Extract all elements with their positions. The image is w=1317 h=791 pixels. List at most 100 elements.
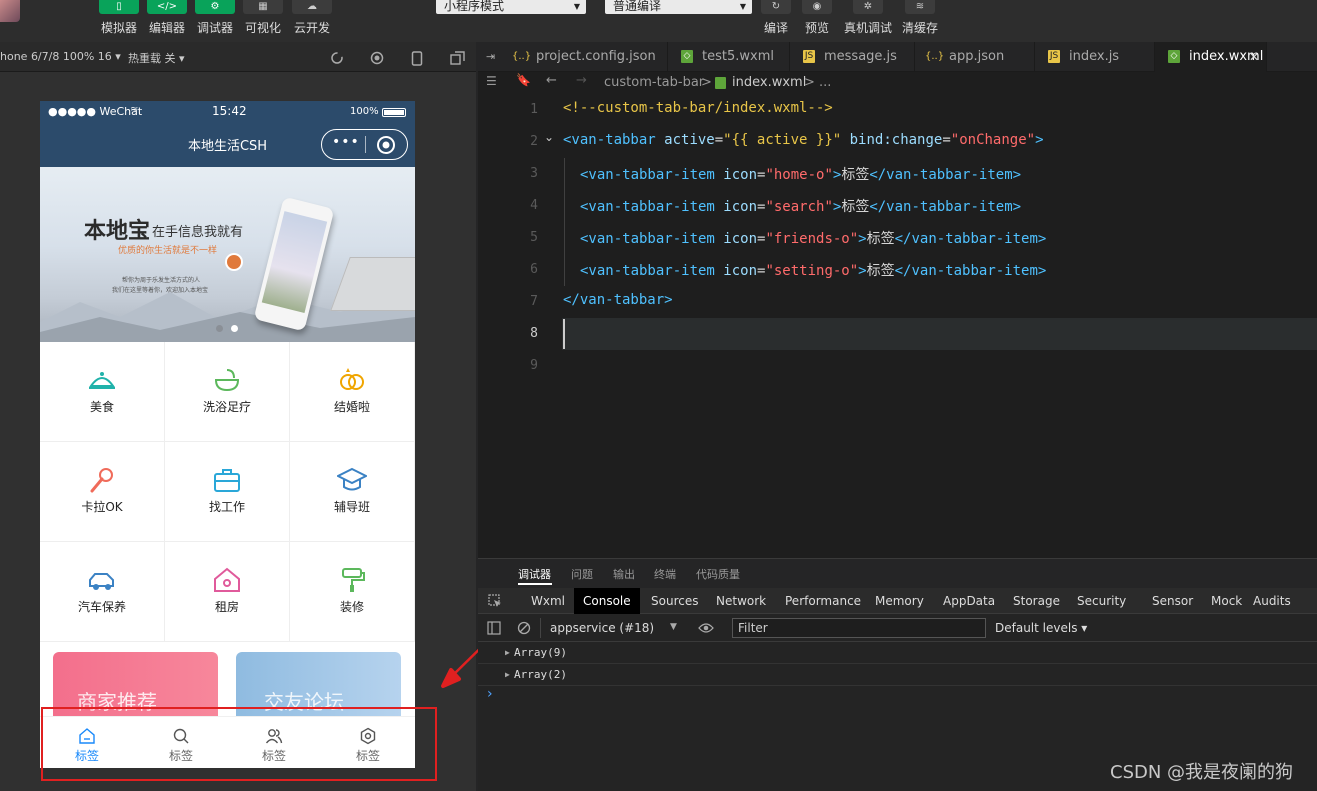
orange-dot [225,253,243,271]
rotate-icon[interactable] [330,51,344,65]
code-line-7: </van-tabbar> [563,292,673,308]
clear-cache-button[interactable]: ≋ 清缓存 [900,0,940,42]
panel-tab-sources[interactable]: Sources [642,588,707,614]
context-select[interactable]: appservice (#18) [550,621,654,635]
js-file-icon: JS [1048,50,1060,63]
inspect-icon[interactable] [488,594,502,608]
breadcrumb: ☰ 🔖 ← → custom-tab-bar > index.wxml > ..… [478,72,1317,94]
graduation-icon [337,467,367,491]
debugger-toggle-button[interactable]: ⚙ 调试器 [195,0,235,42]
banner-title: 本地宝 [84,218,151,244]
layers-icon: ≋ [905,0,935,14]
paint-roller-icon [342,568,365,592]
collapse-sidebar-icon[interactable]: ⇥ [486,50,495,63]
chevron-down-icon[interactable]: ▼ [670,622,677,632]
grid-item-wedding[interactable]: 结婚啦 [290,342,415,442]
window-icon[interactable] [450,51,465,65]
annotation-box-tabbar [41,707,437,781]
car-icon [89,573,114,590]
back-arrow-icon[interactable]: ← [546,73,557,88]
tab-code-quality[interactable]: 代码质量 [696,559,740,589]
console-row[interactable]: ▶ Array(9) [478,642,1317,664]
chevron-down-icon: ▼ [739,2,746,11]
panel-tab-sensor[interactable]: Sensor [1143,588,1202,614]
close-miniprogram-icon[interactable] [376,135,396,155]
breadcrumb-tail: > ... [804,75,832,90]
close-icon[interactable]: ✕ [1249,42,1259,72]
device-icon[interactable] [411,51,423,66]
sidebar-toggle-icon[interactable] [487,621,501,635]
debug-icon: ⚙ [195,0,235,14]
wxml-file-icon: ◇ [1168,50,1180,63]
grid-item-tutoring[interactable]: 辅导班 [290,442,415,542]
levels-select[interactable]: Default levels ▾ [995,621,1087,635]
clear-console-icon[interactable] [517,621,531,635]
grid-item-rental[interactable]: 租房 [165,542,290,642]
panel-tab-network[interactable]: Network [707,588,775,614]
grid-item-car-care[interactable]: 汽车保养 [40,542,165,642]
list-icon[interactable]: ☰ [486,74,497,88]
panel-tab-wxml[interactable]: Wxml [522,588,574,614]
active-tab-indicator [518,583,552,585]
visual-toggle-button[interactable]: ▦ 可视化 [243,0,283,42]
tab-project-config-json[interactable]: {..} project.config.json [502,42,668,72]
tab-index-js[interactable]: JS index.js [1035,42,1155,72]
panel-tab-memory[interactable]: Memory [866,588,933,614]
bookmark-icon[interactable]: 🔖 [516,73,531,87]
grid-item-food[interactable]: 美食 [40,342,165,442]
layout-icon: ▦ [243,0,283,14]
house-icon [214,567,240,592]
grid-item-jobs[interactable]: 找工作 [165,442,290,542]
hot-reload-select[interactable]: 热重载 关 ▾ [128,50,185,66]
divider [540,618,541,638]
panel-tab-audits[interactable]: Audits [1244,588,1300,614]
device-select[interactable]: hone 6/7/8 100% 16 ▾ [0,50,121,63]
tab-app-json[interactable]: {..} app.json [915,42,1035,72]
console-row[interactable]: ▶ Array(2) [478,664,1317,686]
compile-button[interactable]: ↻ 编译 [758,0,794,42]
tab-index-wxml[interactable]: ◇ index.wxml ✕ [1155,42,1267,72]
panel-tab-appdata[interactable]: AppData [934,588,1004,614]
panel-tab-storage[interactable]: Storage [1004,588,1069,614]
breadcrumb-folder[interactable]: custom-tab-bar [604,75,704,90]
forward-arrow-icon[interactable]: → [576,73,587,88]
swiper-dot-1[interactable] [216,325,223,332]
console-prompt[interactable]: › [487,686,493,702]
tab-output[interactable]: 输出 [613,559,635,589]
tab-problems[interactable]: 问题 [571,559,593,589]
preview-button[interactable]: ◉ 预览 [799,0,835,42]
line-number: 3 [530,166,538,181]
panel-tab-console[interactable]: Console [574,588,640,614]
mode-select[interactable]: 小程序模式 ▼ [436,0,586,14]
tab-message-js[interactable]: JS message.js [790,42,915,72]
breadcrumb-file[interactable]: index.wxml [732,75,806,90]
capsule-divider [365,136,366,153]
filter-input[interactable]: Filter [732,618,986,638]
fold-chevron-icon[interactable]: ⌄ [544,130,554,144]
grid-item-renovation[interactable]: 装修 [290,542,415,642]
banner-swiper[interactable]: 本地宝 在手信息我就有 优质的你生活就是不一样 帮你为周于乐发生活方式的人 我们… [40,167,415,342]
food-icon [89,372,115,389]
grid-item-karaoke[interactable]: 卡拉OK [40,442,165,542]
simulator-toggle-button[interactable]: ▯ 模拟器 [99,0,139,42]
eye-icon[interactable] [698,622,714,634]
more-icon[interactable]: ••• [332,134,360,150]
panel-tab-performance[interactable]: Performance [776,588,870,614]
panel-tab-security[interactable]: Security [1068,588,1135,614]
eye-icon: ◉ [802,0,832,14]
banner-desc-1: 帮你为周于乐发生活方式的人 [122,277,201,284]
expand-triangle-icon[interactable]: ▶ [505,642,510,664]
tab-test5-wxml[interactable]: ◇ test5.wxml [668,42,790,72]
editor-toggle-button[interactable]: </> 编辑器 [147,0,187,42]
expand-triangle-icon[interactable]: ▶ [505,664,510,686]
remote-debug-button[interactable]: ✲ 真机调试 [842,0,894,42]
compile-select[interactable]: 普通编译 ▼ [605,0,752,14]
user-avatar[interactable] [0,0,20,22]
carrier-label: ●●●●● WeChat [48,105,143,118]
cloud-dev-button[interactable]: ☁ 云开发 [292,0,332,42]
swiper-dot-2[interactable] [231,325,238,332]
stop-icon[interactable] [370,51,384,65]
code-editor[interactable]: 1 2 ⌄ 3 4 5 6 7 8 9 <!--custom-tab-bar/i… [478,94,1317,558]
grid-item-bath[interactable]: 洗浴足疗 [165,342,290,442]
tab-terminal[interactable]: 终端 [654,559,676,589]
